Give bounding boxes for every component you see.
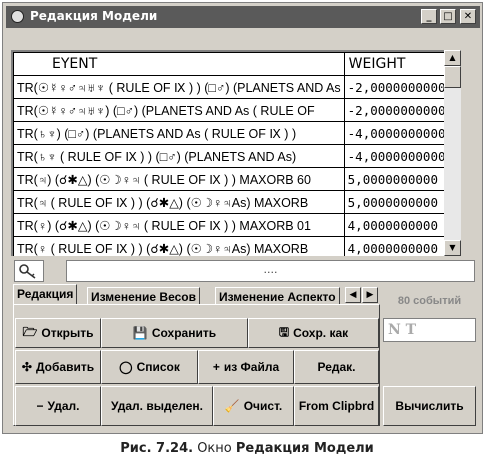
events-grid[interactable]: EYENT WEIGHT TR(☉☿♀♂♃♅♆ ( RULE OF Ⅸ ) ) … [11,50,444,256]
figure-caption: Рис. 7.24. Окно Редакция Модели [0,441,494,456]
save-button-label: Сохранить [151,326,217,340]
calculate-button[interactable]: Вычислить [383,386,476,426]
column-header-weight[interactable]: WEIGHT [343,52,444,76]
caption-name: Редакция Модели [235,441,374,456]
table-row[interactable]: TR(♀ ( RULE OF Ⅸ ) ) (☌✱△) (☉☽♀♃As) MAXO… [13,236,444,256]
column-header-event[interactable]: EYENT [13,52,345,76]
from-file-button-label: из Файла [223,360,280,374]
table-row[interactable]: TR(♃) (☌✱△) (☉☽♀♃ ( RULE OF Ⅸ ) ) MAXORB… [13,167,444,191]
tab-edit[interactable]: Редакция [13,284,78,305]
tab-weights[interactable]: Изменение Весов [87,287,200,305]
weight-cell[interactable]: -2,0000000000 [343,98,444,122]
caption-text: Окно [197,441,232,456]
floppy-disk-icon: 💾 [132,326,148,340]
table-row[interactable]: TR(♀) (☌✱△) (☉☽♀♃ ( RULE OF Ⅸ ) ) MAXORB… [13,213,444,237]
table-row[interactable]: TR(♃ ( RULE OF Ⅸ ) ) (☌✱△) (☉☽♀♃As) MAXO… [13,190,444,214]
open-button[interactable]: 🗁 Открыть [15,318,101,348]
weight-cell[interactable]: 5,0000000000 [343,190,444,214]
minimize-button[interactable]: _ [421,9,437,24]
list-button-label: Список [136,360,180,374]
table-row[interactable]: TR(♄♆) (□♂) (PLANETS AND As ( RULE OF Ⅸ … [13,121,444,145]
add-button[interactable]: ✣ Добавить [15,350,101,384]
tab-aspects[interactable]: Изменение Аспекто [215,287,340,305]
events-count: 80 событий [397,295,462,307]
clear-button[interactable]: 🧹 Очист. [213,386,294,426]
weight-cell[interactable]: 4,0000000000 [343,213,444,237]
scroll-down-arrow-icon[interactable]: ▼ [444,240,461,256]
event-cell[interactable]: TR(☉☿♀♂♃♅♆ ( RULE OF Ⅸ ) ) (□♂) (PLANETS… [13,75,345,99]
grid-scrollbar[interactable]: ▲ ▼ [444,50,461,256]
save-as-icon: 🖫 [278,324,290,339]
key-icon [19,264,36,279]
list-button[interactable]: ◯ Список [101,350,198,384]
maximize-button[interactable]: □ [440,9,456,24]
app-icon [11,10,24,23]
scroll-up-arrow-icon[interactable]: ▲ [444,50,461,66]
tab-scroll-right-icon[interactable]: ▶ [362,287,378,303]
event-cell[interactable]: TR(♄♆) (□♂) (PLANETS AND As ( RULE OF Ⅸ … [13,121,345,145]
folder-icon: 🗁 [22,324,38,339]
title-bar: Редакция Модели _ □ ✕ [6,6,480,28]
from-file-button[interactable]: + из Файла [198,350,294,384]
table-row[interactable]: TR(☉☿♀♂♃♅♆ ( RULE OF Ⅸ ) ) (□♂) (PLANETS… [13,75,444,99]
save-button[interactable]: 💾 Сохранить [101,318,248,348]
weight-cell[interactable]: 4,0000000000 [343,236,444,256]
grid-header: EYENT WEIGHT [13,52,444,76]
delete-button-label: Удал. [47,399,80,413]
tab-scroll-left-icon[interactable]: ◀ [345,287,361,303]
event-cell[interactable]: TR(♃ ( RULE OF Ⅸ ) ) (☌✱△) (☉☽♀♃As) MAXO… [13,190,345,214]
add-button-label: Добавить [35,360,95,374]
weight-cell[interactable]: -4,0000000000 [343,121,444,145]
plus-small-icon: + [212,360,220,374]
event-cell[interactable]: TR(♀) (☌✱△) (☉☽♀♃ ( RULE OF Ⅸ ) ) MAXORB… [13,213,345,237]
event-cell[interactable]: TR(♃) (☌✱△) (☉☽♀♃ ( RULE OF Ⅸ ) ) MAXORB… [13,167,345,191]
refresh-circle-icon: ◯ [119,360,133,374]
event-edit-field[interactable]: .... [66,260,475,282]
close-button[interactable]: ✕ [460,9,476,24]
event-cell[interactable]: TR(☉☿♀♂♃♅♆) (□♂) (PLANETS AND As ( RULE … [13,98,345,122]
clear-button-label: Очист. [243,399,283,413]
delete-button[interactable]: − Удал. [15,386,101,426]
weight-cell[interactable]: -2,0000000000 [343,75,444,99]
from-clipboard-button[interactable]: From Clipbrd [294,386,379,426]
minus-icon: − [36,399,44,413]
caption-label: Рис. 7.24. [120,441,194,456]
broom-icon: 🧹 [224,399,240,413]
save-as-button[interactable]: 🖫 Сохр. как [248,318,379,348]
table-row[interactable]: TR(♄♆ ( RULE OF Ⅸ ) ) (□♂) (PLANETS AND … [13,144,444,168]
weight-cell[interactable]: -4,0000000000 [343,144,444,168]
plus-icon: ✣ [21,360,32,374]
key-button[interactable] [14,260,44,282]
scroll-thumb[interactable] [444,66,461,88]
save-as-button-label: Сохр. как [293,326,349,340]
event-cell[interactable]: TR(♀ ( RULE OF Ⅸ ) ) (☌✱△) (☉☽♀♃As) MAXO… [13,236,345,256]
window-title: Редакция Модели [30,9,158,23]
weight-cell[interactable]: 5,0000000000 [343,167,444,191]
table-row[interactable]: TR(☉☿♀♂♃♅♆) (□♂) (PLANETS AND As ( RULE … [13,98,444,122]
event-cell[interactable]: TR(♄♆ ( RULE OF Ⅸ ) ) (□♂) (PLANETS AND … [13,144,345,168]
nt-indicator: N T [383,318,476,342]
delete-selected-button[interactable]: Удал. выделен. [101,386,213,426]
open-button-label: Открыть [41,326,94,340]
edit-button[interactable]: Редак. [294,350,379,384]
